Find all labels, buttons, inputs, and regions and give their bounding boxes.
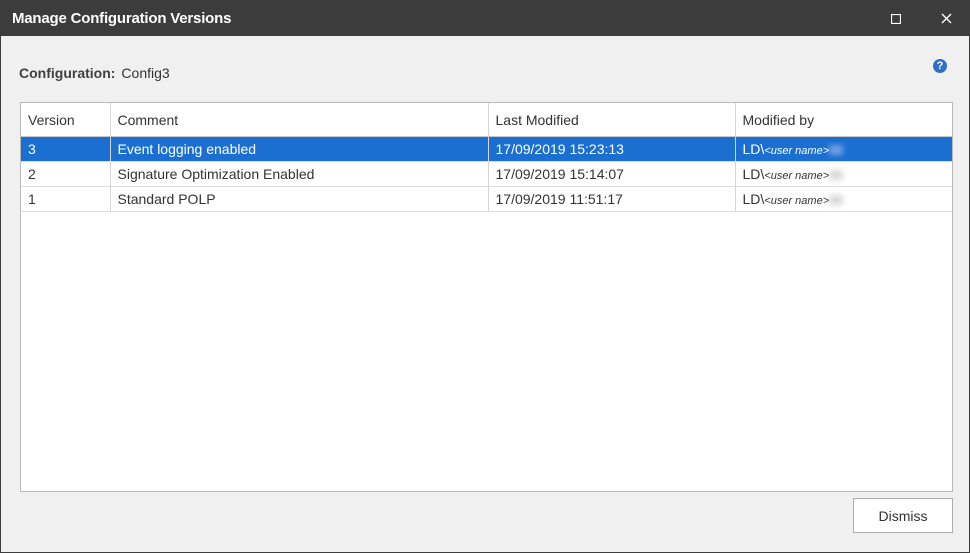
table-header-row: Version Comment Last Modified Modified b…: [21, 103, 952, 137]
cell-comment: Event logging enabled: [110, 136, 489, 162]
cell-last-modified: 17/09/2019 15:23:13: [488, 136, 736, 162]
table-row[interactable]: 1 Standard POLP 17/09/2019 11:51:17 LD\<…: [21, 186, 952, 212]
cell-comment: Standard POLP: [110, 186, 489, 212]
column-header-last-modified[interactable]: Last Modified: [488, 103, 736, 137]
column-header-comment[interactable]: Comment: [110, 103, 489, 137]
cell-modified-by: LD\<user name>: [735, 136, 952, 162]
redaction-blur: [829, 195, 844, 206]
configuration-row: Configuration: Config3: [19, 65, 170, 81]
maximize-button[interactable]: [873, 1, 919, 36]
help-icon[interactable]: ?: [933, 59, 947, 73]
redaction-blur: [829, 170, 844, 181]
cell-last-modified: 17/09/2019 15:14:07: [488, 161, 736, 187]
cell-last-modified: 17/09/2019 11:51:17: [488, 186, 736, 212]
modified-by-domain: LD\: [742, 166, 765, 182]
modified-by-user: <user name>: [764, 195, 830, 207]
configuration-label: Configuration:: [19, 65, 116, 81]
window-title: Manage Configuration Versions: [12, 10, 232, 27]
title-bar[interactable]: Manage Configuration Versions: [1, 1, 969, 36]
cell-version: 2: [21, 161, 111, 187]
cell-modified-by: LD\<user name>: [735, 161, 952, 187]
versions-table[interactable]: Version Comment Last Modified Modified b…: [20, 102, 953, 492]
cell-comment: Signature Optimization Enabled: [110, 161, 489, 187]
cell-modified-by: LD\<user name>: [735, 186, 952, 212]
modified-by-domain: LD\: [742, 141, 765, 157]
dismiss-button[interactable]: Dismiss: [853, 498, 953, 533]
redaction-blur: [829, 145, 844, 156]
maximize-icon: [891, 13, 901, 24]
column-header-version[interactable]: Version: [21, 103, 111, 137]
table-row[interactable]: 2 Signature Optimization Enabled 17/09/2…: [21, 161, 952, 187]
modified-by-user: <user name>: [764, 170, 830, 182]
configuration-value: Config3: [121, 65, 170, 81]
manage-configuration-versions-dialog: Manage Configuration Versions Configurat…: [0, 0, 970, 553]
close-button[interactable]: [923, 1, 969, 36]
modified-by-user: <user name>: [764, 145, 830, 157]
modified-by-domain: LD\: [742, 191, 765, 207]
table-row[interactable]: 3 Event logging enabled 17/09/2019 15:23…: [21, 136, 952, 162]
column-header-modified-by[interactable]: Modified by: [735, 103, 952, 137]
cell-version: 3: [21, 136, 111, 162]
close-icon: [941, 13, 951, 24]
cell-version: 1: [21, 186, 111, 212]
